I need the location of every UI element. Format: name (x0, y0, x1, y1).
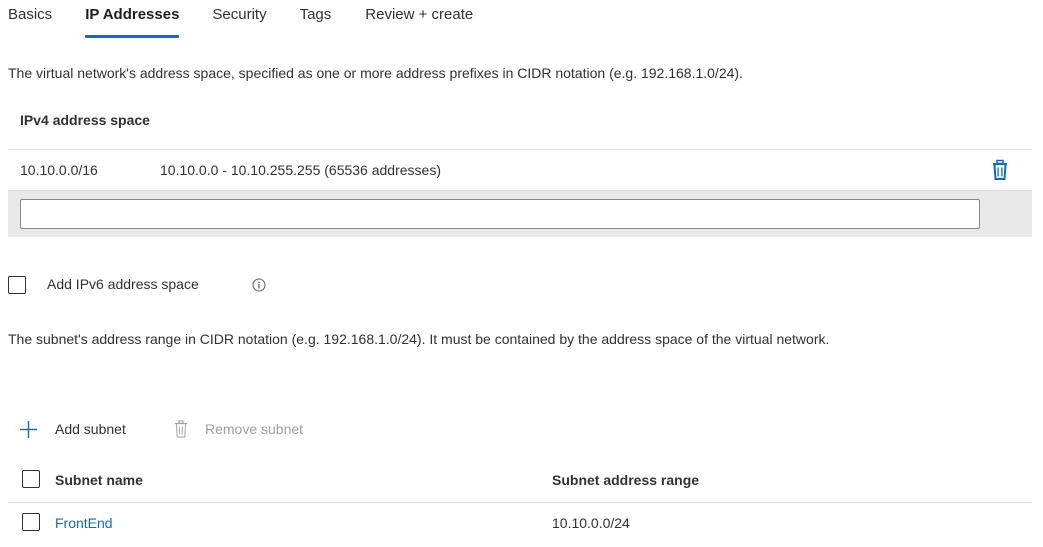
tab-security[interactable]: Security (212, 0, 266, 40)
subnet-name-link[interactable]: FrontEnd (55, 515, 113, 531)
column-header-subnet-name: Subnet name (55, 472, 143, 488)
tab-bar: Basics IP Addresses Security Tags Review… (8, 0, 473, 40)
tab-basics[interactable]: Basics (8, 0, 52, 40)
tab-review-create[interactable]: Review + create (365, 0, 473, 40)
ipv6-label: Add IPv6 address space (47, 276, 199, 292)
info-icon[interactable] (252, 278, 266, 292)
column-header-subnet-address-range: Subnet address range (552, 472, 700, 488)
new-address-row (8, 191, 1032, 237)
address-prefix: 10.10.0.0/16 (20, 162, 98, 178)
tab-ip-addresses[interactable]: IP Addresses (85, 0, 180, 40)
row-checkbox[interactable] (22, 513, 40, 531)
add-subnet-button[interactable]: Add subnet (20, 417, 126, 441)
ipv6-checkbox[interactable] (8, 276, 26, 294)
trash-icon (174, 420, 188, 438)
ipv4-address-space-header: IPv4 address space (20, 112, 150, 128)
new-address-input[interactable] (20, 199, 980, 229)
address-space-row: 10.10.0.0/16 10.10.0.0 - 10.10.255.255 (… (8, 149, 1032, 191)
remove-subnet-button[interactable]: Remove subnet (174, 417, 303, 441)
tab-tags[interactable]: Tags (300, 0, 332, 40)
add-subnet-label: Add subnet (55, 421, 126, 437)
subnet-address-range: 10.10.0.0/24 (552, 515, 630, 531)
select-all-checkbox[interactable] (22, 470, 40, 488)
address-space-description: The virtual network's address space, spe… (8, 65, 743, 81)
delete-address-trash-icon[interactable] (990, 159, 1010, 181)
address-range: 10.10.0.0 - 10.10.255.255 (65536 address… (160, 162, 441, 178)
subnet-description: The subnet's address range in CIDR notat… (8, 331, 830, 347)
remove-subnet-label: Remove subnet (205, 421, 304, 437)
table-row: FrontEnd 10.10.0.0/24 (8, 503, 1032, 547)
subnet-table-header: Subnet name Subnet address range (8, 463, 1032, 503)
plus-icon (20, 420, 37, 438)
